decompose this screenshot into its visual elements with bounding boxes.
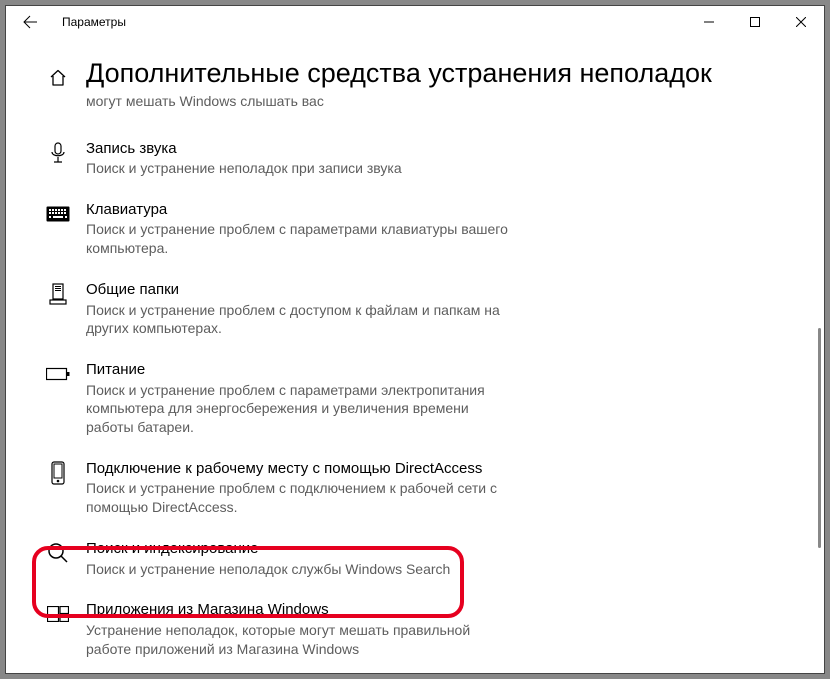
item-desc: Поиск и устранение проблем с параметрами… bbox=[86, 220, 516, 258]
item-desc: Устранение неполадок, которые могут меша… bbox=[86, 621, 516, 659]
close-button[interactable] bbox=[778, 6, 824, 38]
item-desc: Поиск и устранение проблем с параметрами… bbox=[86, 381, 516, 438]
troubleshooter-store-apps[interactable]: Приложения из Магазина Windows Устранени… bbox=[46, 594, 768, 673]
maximize-icon bbox=[750, 17, 760, 27]
window-title: Параметры bbox=[54, 15, 126, 29]
microphone-icon bbox=[46, 141, 70, 165]
troubleshooter-search-indexing[interactable]: Поиск и индексирование Поиск и устранени… bbox=[46, 533, 768, 594]
page-title: Дополнительные средства устранения непол… bbox=[86, 56, 712, 91]
item-desc: Поиск и устранение проблем с подключение… bbox=[86, 479, 516, 517]
item-title: Приложения из Магазина Windows bbox=[86, 600, 516, 620]
home-button[interactable] bbox=[46, 66, 70, 90]
maximize-button[interactable] bbox=[732, 6, 778, 38]
minimize-icon bbox=[704, 17, 714, 27]
item-title: Клавиатура bbox=[86, 200, 516, 220]
arrow-left-icon bbox=[22, 14, 38, 30]
item-desc: Поиск и устранение проблем с доступом к … bbox=[86, 301, 516, 339]
item-desc: Поиск и устранение неполадок службы Wind… bbox=[86, 560, 450, 579]
item-title: Запись звука bbox=[86, 139, 402, 159]
troubleshooter-shared-folders[interactable]: Общие папки Поиск и устранение проблем с… bbox=[46, 274, 768, 354]
troubleshooter-keyboard[interactable]: Клавиатура Поиск и устранение проблем с … bbox=[46, 194, 768, 274]
close-icon bbox=[796, 17, 806, 27]
item-title: Общие папки bbox=[86, 280, 516, 300]
content-area: Дополнительные средства устранения непол… bbox=[6, 38, 824, 673]
troubleshooter-directaccess[interactable]: Подключение к рабочему месту с помощью D… bbox=[46, 453, 768, 533]
apps-icon bbox=[46, 602, 70, 626]
back-button[interactable] bbox=[6, 6, 54, 38]
item-desc: Поиск и устранение неполадок при записи … bbox=[86, 159, 402, 178]
keyboard-icon bbox=[46, 202, 70, 226]
troubleshooter-audio-recording[interactable]: Запись звука Поиск и устранение неполадо… bbox=[46, 133, 768, 194]
troubleshooter-power[interactable]: Питание Поиск и устранение проблем с пар… bbox=[46, 354, 768, 453]
item-title: Поиск и индексирование bbox=[86, 539, 450, 559]
battery-icon bbox=[46, 362, 70, 386]
page-subtitle: могут мешать Windows слышать вас bbox=[86, 93, 712, 109]
vertical-scrollbar[interactable] bbox=[808, 38, 824, 673]
item-title: Питание bbox=[86, 360, 516, 380]
scrollbar-thumb[interactable] bbox=[818, 328, 821, 548]
search-icon bbox=[46, 541, 70, 565]
item-title: Подключение к рабочему месту с помощью D… bbox=[86, 459, 516, 479]
home-icon bbox=[48, 68, 68, 88]
titlebar: Параметры bbox=[6, 6, 824, 38]
minimize-button[interactable] bbox=[686, 6, 732, 38]
server-icon bbox=[46, 282, 70, 306]
troubleshooter-list: Запись звука Поиск и устранение неполадо… bbox=[46, 133, 768, 673]
scroll-area: Дополнительные средства устранения непол… bbox=[6, 38, 808, 673]
settings-window: Параметры bbox=[5, 5, 825, 674]
phone-icon bbox=[46, 461, 70, 485]
